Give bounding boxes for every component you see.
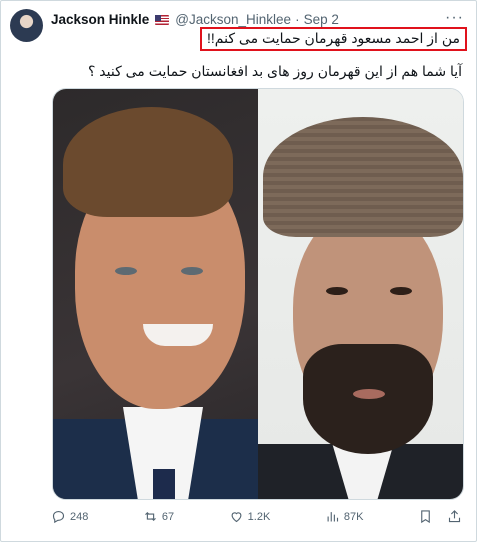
bookmark-icon[interactable]: [418, 509, 433, 524]
eye-shape: [390, 287, 412, 295]
pakol-hat-shape: [263, 117, 463, 237]
tweet-header: Jackson Hinkle @Jackson_Hinklee · Sep 2: [51, 12, 446, 28]
tweet-card[interactable]: Jackson Hinkle @Jackson_Hinklee · Sep 2 …: [0, 0, 477, 542]
repost-icon: [144, 511, 156, 522]
lips-shape: [353, 389, 385, 399]
beard-shape: [303, 344, 433, 454]
separator-dot: ·: [295, 12, 300, 27]
action-bar: 248 67 1.2K 87K: [51, 509, 462, 524]
views-icon: [327, 512, 338, 522]
avatar[interactable]: [10, 9, 43, 42]
like-button[interactable]: 1.2K: [229, 509, 271, 524]
like-icon: [231, 512, 242, 523]
repost-button[interactable]: 67: [143, 509, 174, 524]
like-count: 1.2K: [247, 510, 271, 523]
view-count: 87K: [343, 510, 364, 523]
share-icon[interactable]: [447, 509, 462, 524]
eye-shape: [326, 287, 348, 295]
repost-count: 67: [161, 510, 175, 523]
author-name[interactable]: Jackson Hinkle: [51, 12, 149, 28]
views-button[interactable]: 87K: [325, 509, 364, 524]
hair-shape: [63, 107, 233, 217]
tweet-media[interactable]: [52, 88, 464, 500]
reply-count: 248: [70, 510, 89, 523]
tweet-text-line-2: آیا شما هم از این قهرمان روز های بد افغا…: [87, 63, 462, 79]
us-flag-icon: [155, 15, 170, 25]
more-options-icon[interactable]: ···: [445, 9, 464, 27]
eye-shape: [181, 267, 203, 275]
smile-shape: [143, 324, 213, 346]
reply-icon: [52, 510, 65, 524]
photo-left[interactable]: [53, 89, 258, 499]
secondary-actions: [418, 509, 462, 524]
author-handle[interactable]: @Jackson_Hinklee: [175, 12, 291, 28]
tie-shape: [153, 469, 175, 499]
photo-right[interactable]: [258, 89, 463, 499]
eye-shape: [115, 267, 137, 275]
tweet-text-line-1: من از احمد مسعود قهرمان حمایت می کنم!!: [207, 30, 460, 46]
tweet-date[interactable]: Sep 2: [304, 12, 339, 28]
highlighted-text-box: من از احمد مسعود قهرمان حمایت می کنم!!: [200, 27, 467, 51]
reply-button[interactable]: 248: [51, 509, 88, 524]
